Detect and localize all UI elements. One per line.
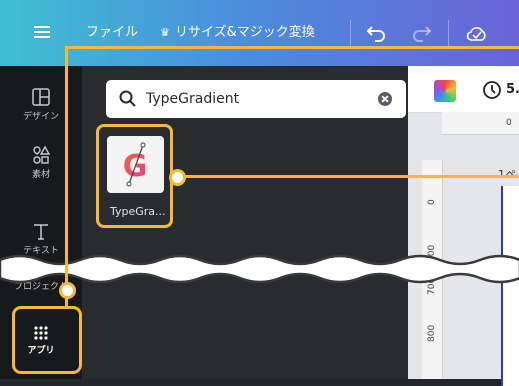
search-value: TypeGradient — [146, 91, 240, 107]
ruler-tick-label: 0 — [506, 118, 512, 128]
clear-search-icon[interactable] — [378, 92, 392, 106]
rail-label: デザイン — [22, 112, 59, 122]
rail-item-design[interactable]: デザイン — [0, 88, 82, 122]
ruler-tick-label: 0 — [427, 199, 437, 205]
file-menu[interactable]: ファイル — [86, 0, 138, 66]
toolbar-divider — [350, 20, 351, 46]
callout-line-app — [175, 175, 519, 178]
clock-icon[interactable] — [482, 80, 502, 100]
apps-highlight-frame — [12, 306, 82, 374]
callout-line-top — [65, 46, 519, 49]
search-input[interactable]: TypeGradient — [106, 80, 406, 118]
toolbar-divider-2 — [448, 20, 449, 46]
rail-item-elements[interactable]: 素材 — [0, 146, 82, 180]
callout-dot — [59, 282, 76, 299]
app-card-typegradient[interactable]: G TypeGra... — [96, 124, 173, 228]
callout-dot — [169, 169, 186, 186]
rail-label: 素材 — [31, 170, 50, 180]
color-picker-icon[interactable] — [434, 80, 456, 102]
canvas-header — [408, 66, 519, 113]
torn-edge-divider — [0, 254, 519, 284]
app-name: TypeGra... — [110, 205, 166, 218]
app-thumbnail: G — [107, 136, 164, 193]
typegradient-logo-icon: G — [123, 142, 147, 187]
callout-line-vertical — [65, 46, 68, 309]
redo-icon[interactable] — [410, 24, 432, 42]
layout-icon — [32, 88, 50, 106]
timer-value: 5. — [506, 82, 519, 97]
undo-icon[interactable] — [366, 24, 388, 42]
search-icon — [119, 90, 136, 107]
rail-item-text[interactable]: テキスト — [0, 222, 82, 256]
resize-magic-button[interactable]: リサイズ&マジック変換 — [175, 0, 315, 66]
text-icon — [34, 224, 48, 240]
ruler-tick-label: 800 — [427, 324, 437, 342]
menu-icon[interactable] — [34, 25, 50, 39]
cloud-saved-icon[interactable] — [466, 23, 488, 43]
page-label: 1ペ — [498, 166, 516, 182]
elements-icon — [33, 146, 50, 164]
crown-icon: ♛ — [160, 26, 170, 39]
